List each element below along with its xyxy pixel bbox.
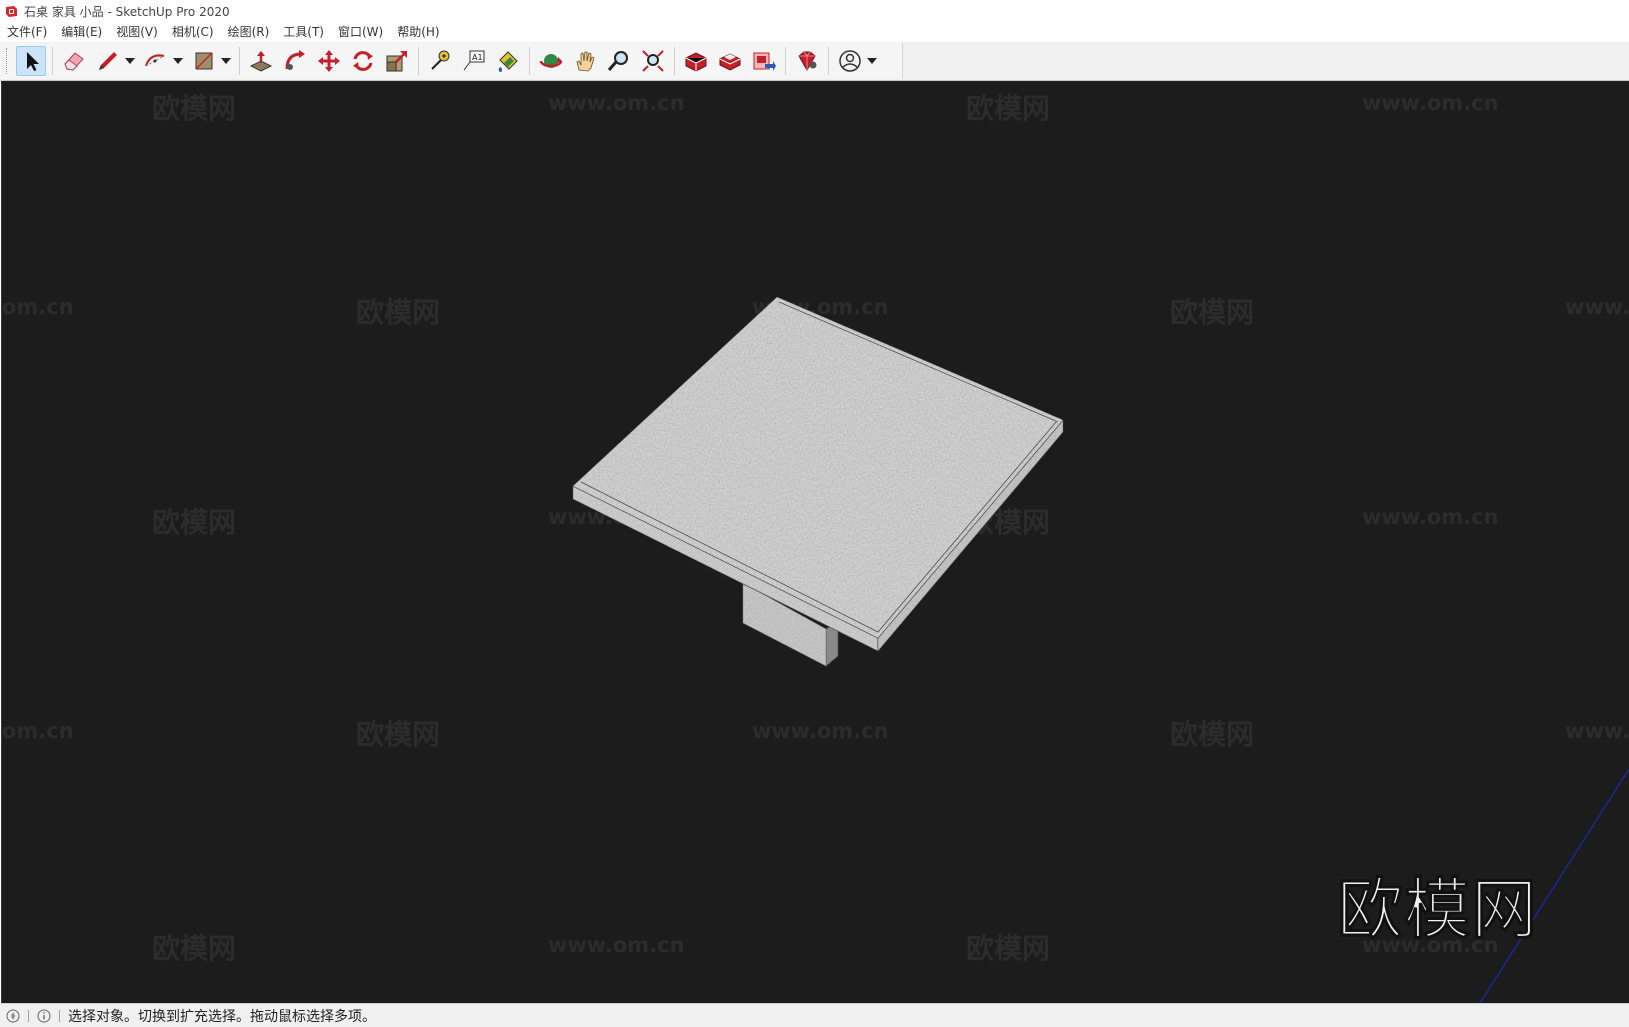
menu-view[interactable]: 视图(V) (109, 22, 165, 42)
scale-icon (386, 51, 407, 72)
status-bar: 选择对象。切换到扩充选择。拖动鼠标选择多项。 (0, 1003, 1629, 1027)
extension-manager-button[interactable] (792, 46, 822, 76)
account-icon (839, 50, 861, 72)
select-tool-button[interactable] (16, 46, 46, 76)
menu-bar: 文件(F) 编辑(E) 视图(V) 相机(C) 绘图(R) 工具(T) 窗口(W… (0, 22, 1629, 42)
follow-me-icon (285, 50, 305, 70)
toolbar-separator (52, 47, 53, 75)
toolbar-separator (239, 47, 240, 75)
window-title: 石桌 家具 小品 - SketchUp Pro 2020 (24, 4, 230, 19)
pencil-line-icon (99, 52, 117, 70)
rotate-tool-button[interactable] (348, 46, 378, 76)
status-separator (59, 1009, 60, 1022)
rotate-icon (353, 51, 373, 71)
menu-draw[interactable]: 绘图(R) (221, 22, 277, 42)
toolbar-separator (674, 47, 675, 75)
pan-tool-button[interactable] (570, 46, 600, 76)
push-pull-icon (249, 51, 273, 72)
menu-camera[interactable]: 相机(C) (165, 22, 221, 42)
toolbar-grip[interactable] (6, 48, 10, 74)
toolbar-separator (828, 47, 829, 75)
zoom-icon (607, 51, 628, 71)
title-bar: 石桌 家具 小品 - SketchUp Pro 2020 (0, 0, 1629, 22)
extension-warehouse-icon (719, 53, 741, 71)
layout-send-icon (753, 52, 776, 71)
eraser-icon (64, 52, 84, 71)
zoom-tool-button[interactable] (604, 46, 634, 76)
info-icon[interactable] (37, 1009, 51, 1023)
scale-tool-button[interactable] (382, 46, 412, 76)
modeling-viewport[interactable]: 欧模网 www.om.cn 欧模网 www.om.cn om.cn 欧模网 ww… (1, 81, 1629, 1003)
account-dropdown[interactable] (867, 46, 877, 76)
menu-tools[interactable]: 工具(T) (276, 22, 331, 42)
select-arrow-icon (27, 52, 39, 71)
zoom-extents-tool-button[interactable] (638, 46, 668, 76)
status-separator (28, 1009, 29, 1022)
tape-measure-icon (431, 50, 450, 70)
follow-me-tool-button[interactable] (280, 46, 310, 76)
svg-text:A1: A1 (472, 53, 483, 62)
toolbar-separator (418, 47, 419, 75)
arc-icon (145, 54, 165, 67)
menu-edit[interactable]: 编辑(E) (54, 22, 109, 42)
extension-manager-icon (798, 51, 817, 72)
move-tool-button[interactable] (314, 46, 344, 76)
toolbar-separator (785, 47, 786, 75)
rectangle-tool-button[interactable] (189, 46, 219, 76)
line-tool-button[interactable] (93, 46, 123, 76)
chevron-down-icon (125, 58, 135, 64)
arc-tool-dropdown[interactable] (173, 46, 183, 76)
chevron-down-icon (173, 58, 183, 64)
3d-warehouse-button[interactable] (681, 46, 711, 76)
orbit-icon (539, 54, 563, 68)
geo-location-icon[interactable] (6, 1009, 20, 1023)
zoom-extents-icon (642, 50, 664, 72)
paint-bucket-icon (498, 51, 518, 72)
menu-file[interactable]: 文件(F) (0, 22, 54, 42)
menu-help[interactable]: 帮助(H) (390, 22, 446, 42)
tabletop (572, 296, 1064, 653)
chevron-down-icon (221, 58, 231, 64)
send-to-layout-button[interactable] (749, 46, 779, 76)
text-label-icon: A1 (463, 50, 485, 71)
text-tool-button[interactable]: A1 (459, 46, 489, 76)
watermark-logo: 欧模网 (1337, 871, 1538, 949)
account-button[interactable] (835, 46, 865, 76)
arc-tool-button[interactable] (141, 46, 171, 76)
tape-measure-tool-button[interactable] (425, 46, 455, 76)
large-tool-set: A1 (0, 43, 903, 79)
paint-bucket-tool-button[interactable] (493, 46, 523, 76)
line-tool-dropdown[interactable] (125, 46, 135, 76)
orbit-tool-button[interactable] (536, 46, 566, 76)
shape-rectangle-icon (195, 52, 213, 70)
move-icon (318, 50, 340, 72)
eraser-tool-button[interactable] (59, 46, 89, 76)
toolbar-separator (529, 47, 530, 75)
shape-tool-dropdown[interactable] (221, 46, 231, 76)
chevron-down-icon (867, 58, 877, 64)
push-pull-tool-button[interactable] (246, 46, 276, 76)
menu-window[interactable]: 窗口(W) (331, 22, 390, 42)
pan-hand-icon (576, 51, 595, 72)
toolbar: A1 (0, 42, 1629, 81)
extension-warehouse-button[interactable] (715, 46, 745, 76)
status-message: 选择对象。切换到扩充选择。拖动鼠标选择多项。 (68, 1008, 376, 1025)
sketchup-logo-icon (6, 5, 17, 17)
3d-warehouse-icon (685, 52, 707, 72)
